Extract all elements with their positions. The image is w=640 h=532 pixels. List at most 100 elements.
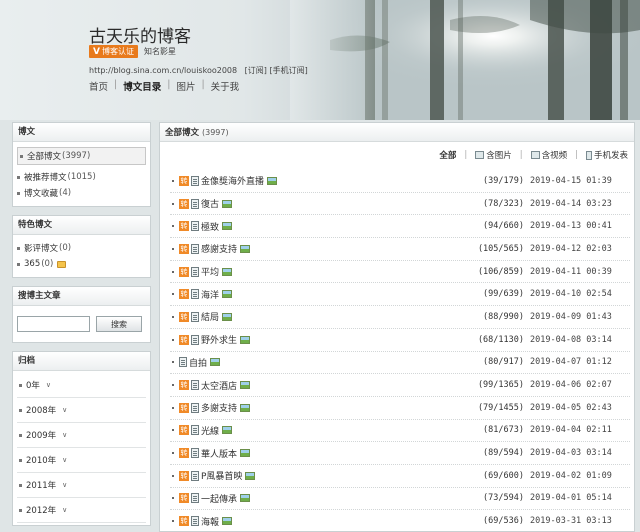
post-title-link[interactable]: 海報 — [201, 515, 219, 528]
post-title-link[interactable]: 結局 — [201, 310, 219, 323]
image-icon — [222, 312, 233, 321]
nav-post-index[interactable]: 博文目录 — [123, 79, 161, 93]
subscribe-link[interactable]: [订阅] — [245, 66, 267, 75]
post-title-link[interactable]: 太空酒店 — [201, 379, 237, 392]
post-date: 2019-04-14 03:23 — [530, 198, 612, 209]
blog-url-row: http://blog.sina.com.cn/louiskoo2008 [订阅… — [89, 65, 308, 76]
search-button[interactable]: 搜索 — [96, 316, 142, 332]
sidebar-item-count: (1015) — [67, 172, 96, 182]
image-icon — [475, 151, 485, 159]
nav-pictures[interactable]: 图片 — [176, 79, 195, 93]
post-row: 转 結局 (88/990) 2019-04-09 01:43 — [170, 306, 630, 329]
post-date: 2019-04-07 01:12 — [530, 357, 612, 368]
chevron-down-icon[interactable]: ∨ — [62, 481, 67, 489]
archive-item-2009[interactable]: 2009年 ∨ — [17, 423, 146, 448]
chevron-down-icon[interactable]: ∨ — [62, 456, 67, 464]
archive-item-2011[interactable]: 2011年 ∨ — [17, 473, 146, 498]
nav-separator: | — [114, 79, 118, 90]
mobile-subscribe-link[interactable]: [手机订阅] — [269, 66, 307, 75]
image-icon — [222, 199, 233, 208]
image-icon — [210, 358, 221, 367]
post-list-count: (3997) — [201, 128, 229, 137]
filter-mobile-post[interactable]: 手机发表 — [585, 149, 628, 161]
sidebar-item-365[interactable]: 365 (0) — [17, 256, 146, 272]
bullet-icon — [172, 179, 174, 182]
post-title-link[interactable]: 感謝支持 — [201, 242, 237, 255]
post-title-link[interactable]: 多謝支持 — [201, 401, 237, 414]
repost-icon: 转 — [179, 448, 189, 459]
filter-with-images[interactable]: 含图片 — [475, 149, 512, 161]
post-title-link[interactable]: 平均 — [201, 265, 219, 278]
post-title-link[interactable]: 海洋 — [201, 288, 219, 301]
archive-item-2008[interactable]: 2008年 ∨ — [17, 398, 146, 423]
post-title-link[interactable]: 一起傳承 — [201, 492, 237, 505]
post-date: 2019-04-01 05:14 — [530, 493, 612, 504]
document-icon — [191, 470, 199, 481]
bullet-icon — [19, 433, 22, 437]
filter-mobile-post-label: 手机发表 — [593, 151, 628, 161]
post-title-link[interactable]: 極致 — [201, 220, 219, 233]
sidebar-item-all-posts[interactable]: 全部博文 (3997) — [17, 147, 146, 165]
archive-box-title: 归档 — [13, 352, 150, 371]
document-icon — [179, 357, 187, 368]
nav-separator: | — [201, 79, 205, 90]
sidebar-item-recommended[interactable]: 被推荐博文 (1015) — [17, 169, 146, 185]
sidebar-item-film-reviews[interactable]: 影评博文 (0) — [17, 240, 146, 256]
post-stats: (89/594) — [483, 448, 524, 459]
chevron-down-icon[interactable]: ∨ — [62, 406, 67, 414]
filter-all[interactable]: 全部 — [439, 149, 456, 161]
repost-icon: 转 — [179, 243, 189, 254]
post-stats: (94/660) — [483, 221, 524, 232]
post-title-link[interactable]: 復古 — [201, 197, 219, 210]
post-stats: (99/1365) — [477, 380, 524, 391]
post-row: 转 一起傳承 (73/594) 2019-04-01 05:14 — [170, 488, 630, 511]
bullet-icon — [19, 458, 22, 462]
image-icon — [222, 290, 233, 299]
sidebar-item-favorites[interactable]: 博文收藏 (4) — [17, 185, 146, 201]
post-row: 转 海洋 (99/639) 2019-04-10 02:54 — [170, 283, 630, 307]
bullet-icon — [172, 497, 174, 500]
chevron-down-icon[interactable]: ∨ — [62, 431, 67, 439]
document-icon — [191, 289, 199, 300]
search-box: 搜博主文章 搜索 — [12, 286, 151, 343]
post-title-link[interactable]: 光線 — [201, 424, 219, 437]
verified-badge[interactable]: V 博客认证 — [89, 45, 138, 58]
post-stats: (99/639) — [483, 289, 524, 300]
archive-year-label: 0年 — [26, 381, 40, 391]
verified-v-icon: V — [93, 46, 100, 57]
image-icon — [240, 335, 251, 344]
bullet-icon — [17, 262, 20, 266]
bullet-icon — [172, 293, 174, 296]
archive-year-label: 2012年 — [26, 506, 57, 516]
archive-item-0[interactable]: 0年 ∨ — [17, 373, 146, 398]
archive-item-2012[interactable]: 2012年 ∨ — [17, 498, 146, 523]
image-icon — [222, 222, 233, 231]
blog-url-link[interactable]: http://blog.sina.com.cn/louiskoo2008 — [89, 66, 237, 75]
chevron-down-icon[interactable]: ∨ — [62, 506, 67, 514]
repost-icon: 转 — [179, 289, 189, 300]
nav-about-me[interactable]: 关于我 — [211, 79, 240, 93]
bullet-icon — [172, 315, 174, 318]
post-title-link[interactable]: P風暴首映 — [201, 469, 242, 482]
post-stats: (69/536) — [483, 516, 524, 527]
sidebar-item-count: (0) — [59, 243, 72, 253]
verified-badge-label: 博客认证 — [101, 47, 134, 56]
post-title-link[interactable]: 華人版本 — [201, 447, 237, 460]
repost-icon: 转 — [179, 221, 189, 232]
post-title-link[interactable]: 金像獎海外直播 — [201, 174, 264, 187]
bullet-icon — [172, 474, 174, 477]
post-row: 转 感謝支持 (105/565) 2019-04-12 02:03 — [170, 238, 630, 261]
nav-home[interactable]: 首页 — [89, 79, 108, 93]
post-title-link[interactable]: 自拍 — [189, 356, 207, 369]
post-stats: (78/323) — [483, 198, 524, 209]
search-input[interactable] — [17, 316, 90, 332]
chevron-down-icon[interactable]: ∨ — [46, 381, 51, 389]
post-stats: (80/917) — [483, 357, 524, 368]
filter-with-video[interactable]: 含视频 — [530, 149, 567, 161]
bullet-icon — [19, 508, 22, 512]
image-icon — [240, 494, 251, 503]
archive-item-2010[interactable]: 2010年 ∨ — [17, 448, 146, 473]
post-title-link[interactable]: 野外求生 — [201, 333, 237, 346]
verified-description: 知名影星 — [143, 47, 176, 56]
sidebar: 博文 全部博文 (3997) 被推荐博文 (1015) 博文收藏 (4) 特色博… — [12, 122, 151, 532]
